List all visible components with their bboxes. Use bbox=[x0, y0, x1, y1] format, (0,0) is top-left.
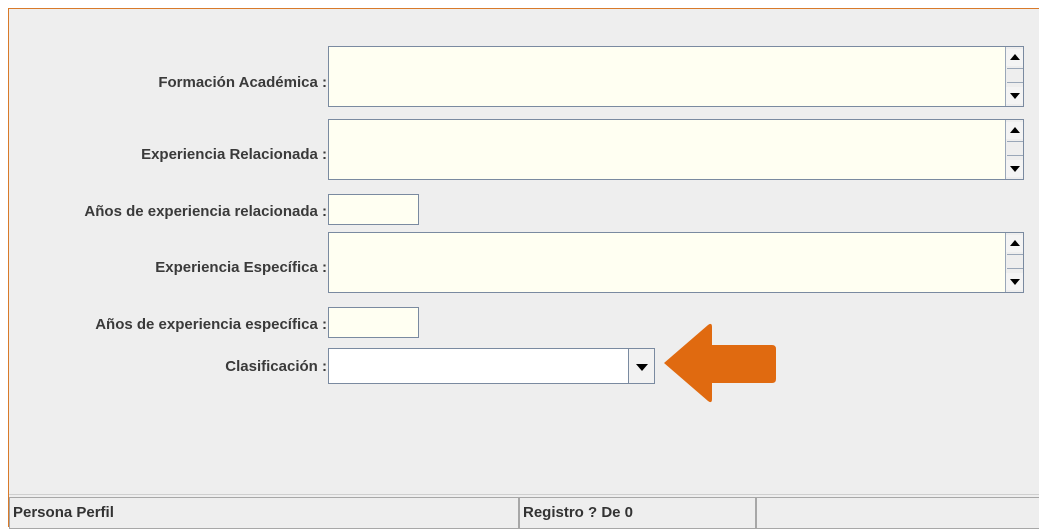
exp-especifica-textarea[interactable] bbox=[328, 232, 1024, 293]
scroll-up-button[interactable] bbox=[1006, 235, 1023, 252]
triangle-down-icon bbox=[1010, 279, 1020, 285]
chevron-down-icon bbox=[636, 364, 648, 371]
scroll-down-button[interactable] bbox=[1006, 87, 1023, 104]
scroll-down-button[interactable] bbox=[1006, 160, 1023, 177]
status-extra bbox=[756, 497, 1039, 529]
form-panel: Formación Académica : Experiencia Relaci… bbox=[8, 8, 1039, 529]
formacion-scrollbar[interactable] bbox=[1005, 47, 1023, 106]
dropdown-button[interactable] bbox=[628, 349, 654, 383]
scroll-up-button[interactable] bbox=[1006, 122, 1023, 139]
exp-relacionada-label: Experiencia Relacionada : bbox=[141, 146, 327, 163]
status-record: Registro ? De 0 bbox=[519, 497, 756, 529]
anios-especifica-label: Años de experiencia específica : bbox=[95, 316, 327, 333]
exp-especifica-scrollbar[interactable] bbox=[1005, 233, 1023, 292]
status-entity: Persona Perfil bbox=[9, 497, 519, 529]
clasificacion-dropdown[interactable] bbox=[328, 348, 655, 384]
triangle-up-icon bbox=[1010, 127, 1020, 133]
scroll-up-button[interactable] bbox=[1006, 49, 1023, 66]
anios-relacionada-label: Años de experiencia relacionada : bbox=[84, 203, 327, 220]
triangle-up-icon bbox=[1010, 54, 1020, 60]
formacion-label: Formación Académica : bbox=[158, 74, 327, 91]
exp-relacionada-scrollbar[interactable] bbox=[1005, 120, 1023, 179]
arrow-left-icon bbox=[664, 323, 776, 403]
formacion-textarea[interactable] bbox=[328, 46, 1024, 107]
status-bar: Persona Perfil Registro ? De 0 bbox=[9, 494, 1039, 529]
anios-especifica-field[interactable] bbox=[328, 307, 419, 338]
clasificacion-label: Clasificación : bbox=[225, 358, 327, 375]
exp-especifica-label: Experiencia Específica : bbox=[155, 259, 327, 276]
triangle-down-icon bbox=[1010, 166, 1020, 172]
exp-relacionada-textarea[interactable] bbox=[328, 119, 1024, 180]
triangle-up-icon bbox=[1010, 240, 1020, 246]
triangle-down-icon bbox=[1010, 93, 1020, 99]
scroll-down-button[interactable] bbox=[1006, 273, 1023, 290]
anios-relacionada-field[interactable] bbox=[328, 194, 419, 225]
